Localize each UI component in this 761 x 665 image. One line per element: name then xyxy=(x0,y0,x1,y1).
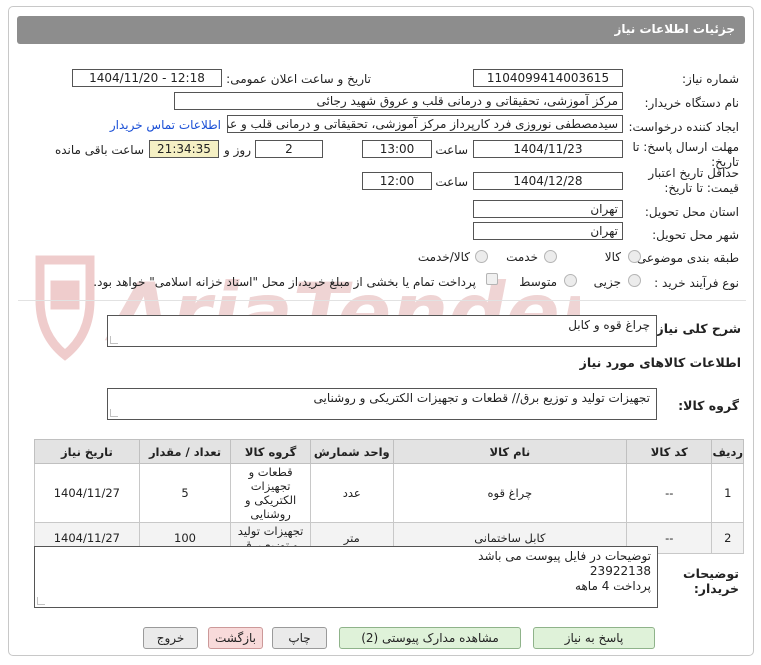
page-title: جزئیات اطلاعات نیاز xyxy=(614,22,735,36)
deadline-time-label: ساعت xyxy=(435,143,468,157)
category-radio-goods[interactable] xyxy=(628,250,641,263)
city-label: شهر محل تحویل: xyxy=(652,228,739,242)
validity-date-field: 1404/12/28 xyxy=(473,172,623,190)
summary-textarea: چراغ قوه و کابل xyxy=(107,315,657,347)
buyer-notes-label-line2: خریدار: xyxy=(693,581,739,596)
buyer-notes-textarea: توضیحات در فایل پیوست می باشد 23922138 پ… xyxy=(34,546,658,608)
need-number-label: شماره نیاز: xyxy=(682,72,739,86)
goods-table: ردیف کد کالا نام کالا واحد شمارش گروه کا… xyxy=(34,439,744,554)
print-button[interactable]: چاپ xyxy=(272,627,327,649)
validity-label-line2: قیمت: تا تاریخ: xyxy=(664,181,739,195)
buyer-notes-line: توضیحات در فایل پیوست می باشد xyxy=(478,549,651,563)
cell-quantity: 5 xyxy=(138,463,232,523)
process-option-medium: متوسط xyxy=(519,275,557,289)
summary-label: شرح کلی نیاز: xyxy=(651,321,741,336)
page-header: جزئیات اطلاعات نیاز xyxy=(17,16,745,44)
city-field: تهران xyxy=(473,222,623,240)
table-header-row: ردیف کد کالا نام کالا واحد شمارش گروه کا… xyxy=(34,439,744,464)
validity-time-label: ساعت xyxy=(435,175,468,189)
cell-unit: عدد xyxy=(309,463,394,523)
buyer-org-field: مرکز آموزشی، تحقیقاتی و درمانی قلب و عرو… xyxy=(174,92,623,110)
col-header-code: کد کالا xyxy=(626,439,713,464)
resize-grip-icon[interactable] xyxy=(110,336,118,344)
col-header-unit: واحد شمارش xyxy=(309,439,394,464)
divider xyxy=(18,300,746,301)
buyer-contact-link[interactable]: اطلاعات تماس خریدار xyxy=(110,118,221,132)
cell-group: قطعات و تجهیزات الکتریکی و روشنایی xyxy=(230,463,311,523)
summary-text: چراغ قوه و کابل xyxy=(568,318,650,332)
col-header-name: نام کالا xyxy=(392,439,628,464)
buyer-notes-line: پرداخت 4 ماهه xyxy=(575,579,651,593)
province-label: استان محل تحویل: xyxy=(644,205,739,219)
buyer-notes-line: 23922138 xyxy=(589,564,651,578)
requester-label: ایجاد کننده درخواست: xyxy=(628,120,739,134)
exit-button[interactable]: خروج xyxy=(143,627,198,649)
validity-time-field: 12:00 xyxy=(362,172,432,190)
buyer-notes-label-line1: توضیحات xyxy=(683,566,739,581)
back-button[interactable]: بازگشت xyxy=(208,627,263,649)
process-radio-medium[interactable] xyxy=(564,274,577,287)
cell-row-number: 1 xyxy=(711,463,744,523)
category-option-both: کالا/خدمت xyxy=(417,250,470,264)
goods-group-text: تجهیزات تولید و توزیع برق// قطعات و تجهی… xyxy=(313,391,650,405)
col-header-row-number: ردیف xyxy=(711,439,744,464)
category-radio-service[interactable] xyxy=(544,250,557,263)
deadline-time-field: 13:00 xyxy=(362,140,432,158)
col-header-group: گروه کالا xyxy=(230,439,311,464)
remaining-time-field: 21:34:35 xyxy=(149,140,219,158)
table-row: 1 -- چراغ قوه عدد قطعات و تجهیزات الکتری… xyxy=(34,463,744,523)
days-label: روز و xyxy=(224,143,251,157)
view-attachments-button[interactable]: مشاهده مدارک پیوستی (2) xyxy=(339,627,521,649)
need-number-field: 1104099414003615 xyxy=(473,69,623,87)
cell-code: -- xyxy=(626,463,713,523)
cell-date: 1404/11/27 xyxy=(34,463,140,523)
resize-grip-icon[interactable] xyxy=(110,409,118,417)
deadline-date-field: 1404/11/23 xyxy=(473,140,623,158)
remaining-time-label: ساعت باقی مانده xyxy=(54,143,144,157)
col-header-date: تاریخ نیاز xyxy=(34,439,140,464)
buyer-org-label: نام دستگاه خریدار: xyxy=(644,96,740,110)
category-option-goods: کالا xyxy=(604,250,621,264)
resize-grip-icon[interactable] xyxy=(37,597,45,605)
process-radio-minor[interactable] xyxy=(628,274,641,287)
requester-field: سیدمصطفی نوروزی فرد کارپرداز مرکز آموزشی… xyxy=(227,115,623,133)
goods-section-title: اطلاعات کالاهای مورد نیاز xyxy=(579,355,741,370)
category-radio-both[interactable] xyxy=(475,250,488,263)
treasury-payment-note: پرداخت تمام یا بخشی از مبلغ خرید،از محل … xyxy=(93,275,476,289)
remaining-days-field: 2 xyxy=(255,140,323,158)
announce-date-label: تاریخ و ساعت اعلان عمومی: xyxy=(226,72,371,86)
process-type-label: نوع فرآیند خرید : xyxy=(654,276,739,290)
goods-group-label: گروه کالا: xyxy=(678,398,739,413)
cell-name: چراغ قوه xyxy=(392,463,628,523)
col-header-quantity: تعداد / مقدار xyxy=(138,439,232,464)
announce-date-field: 1404/11/20 - 12:18 xyxy=(72,69,222,87)
category-option-service: خدمت xyxy=(506,250,538,264)
category-label: طبقه بندی موضوعی: xyxy=(632,251,739,265)
province-field: تهران xyxy=(473,200,623,218)
treasury-payment-checkbox[interactable] xyxy=(486,273,498,285)
cell-row-number: 2 xyxy=(711,522,744,554)
reply-button[interactable]: پاسخ به نیاز xyxy=(533,627,655,649)
process-option-minor: جزیی xyxy=(593,275,621,289)
goods-group-textarea: تجهیزات تولید و توزیع برق// قطعات و تجهی… xyxy=(107,388,657,420)
validity-label-line1: حداقل تاریخ اعتبار xyxy=(648,166,739,180)
